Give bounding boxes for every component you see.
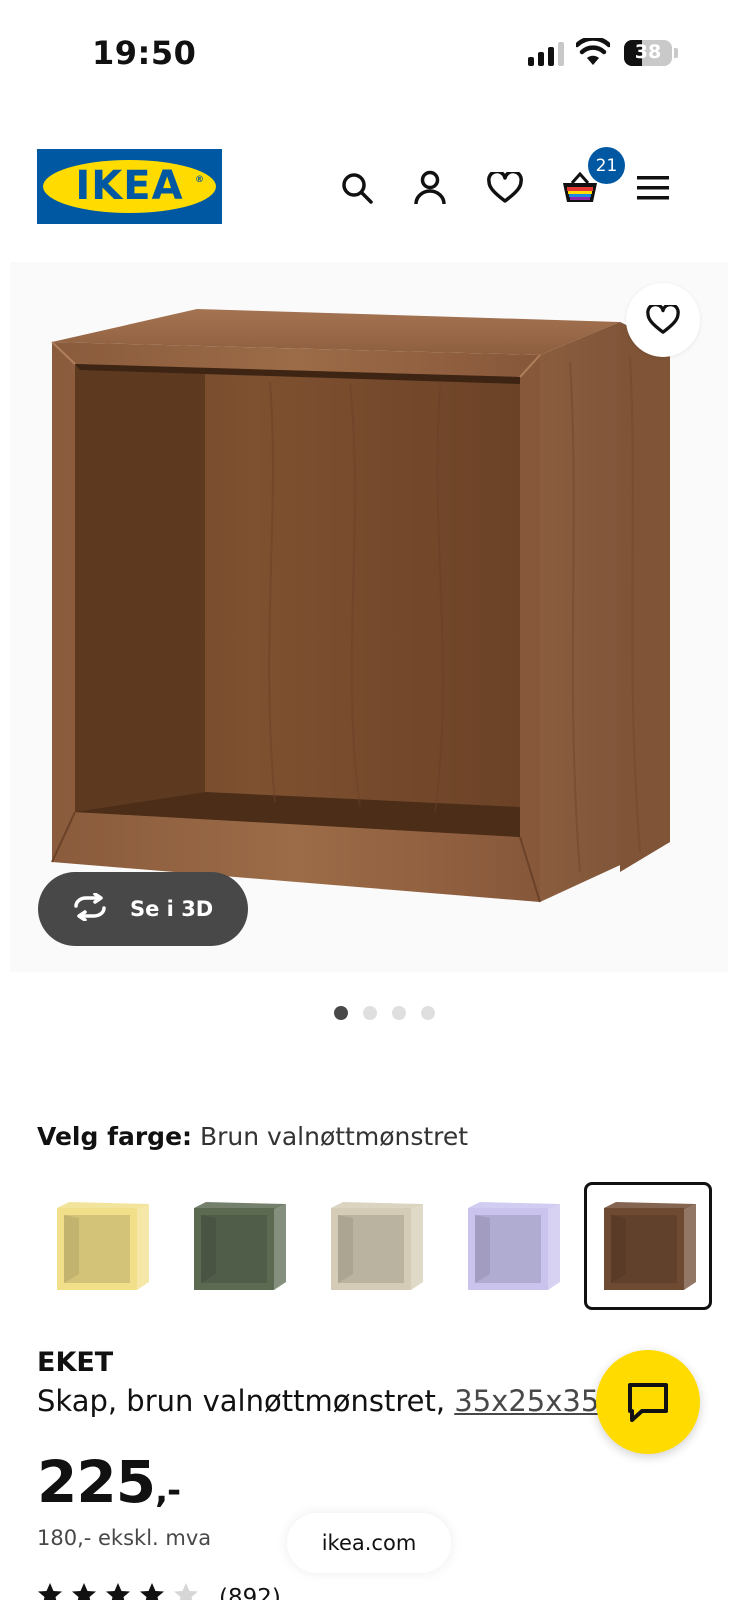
color-swatch[interactable] (584, 1182, 712, 1310)
cart-count-badge: 21 (588, 147, 625, 184)
logo-text: IKEA (75, 163, 184, 209)
rating-count: (892) (219, 1584, 281, 1600)
price-main: 225 (37, 1448, 156, 1516)
color-swatch[interactable] (448, 1182, 576, 1310)
heart-icon (646, 305, 680, 334)
star-icon (71, 1582, 97, 1600)
price-suffix: ,- (155, 1471, 181, 1511)
star-icon (173, 1582, 199, 1600)
product-description: Skap, brun valnøttmønstret, 35x25x35 cm (37, 1384, 653, 1418)
add-to-favourites-button[interactable] (626, 283, 700, 357)
product-image[interactable] (10, 262, 728, 972)
battery-icon: 38 (624, 40, 672, 66)
cellular-signal-icon (528, 42, 564, 66)
account-icon[interactable] (407, 165, 453, 211)
product-name: EKET (37, 1347, 114, 1378)
view-in-3d-label: Se i 3D (130, 897, 214, 921)
color-swatch[interactable] (311, 1182, 439, 1310)
product-rating[interactable]: (892) (37, 1582, 281, 1600)
battery-percent: 38 (634, 41, 662, 63)
rotate-3d-icon (70, 892, 110, 925)
carousel-dot[interactable] (391, 1006, 406, 1020)
star-icon (105, 1582, 131, 1600)
price-excl-vat: 180,- ekskl. mva (37, 1526, 212, 1550)
color-label-prefix: Velg farge: (37, 1122, 193, 1151)
product-price: 225,- (37, 1448, 181, 1516)
chat-button[interactable] (596, 1350, 700, 1454)
color-swatch[interactable] (37, 1182, 165, 1310)
site-header: IKEA ® 21 (0, 140, 738, 235)
search-icon[interactable] (334, 165, 380, 211)
carousel-dot[interactable] (362, 1006, 377, 1020)
star-icon (139, 1582, 165, 1600)
battery-tip (674, 48, 678, 58)
selected-color-value: Brun valnøttmønstret (199, 1122, 469, 1151)
heart-icon[interactable] (482, 165, 528, 211)
status-time: 19:50 (92, 34, 197, 72)
star-icon (37, 1582, 63, 1600)
chat-icon (628, 1383, 668, 1422)
menu-icon[interactable] (630, 165, 676, 211)
product-description-text: Skap, brun valnøttmønstret, (37, 1384, 455, 1418)
color-swatch[interactable] (174, 1182, 302, 1310)
color-selector-label: Velg farge: Brun valnøttmønstret (37, 1122, 468, 1151)
ikea-logo[interactable]: IKEA ® (37, 149, 222, 224)
carousel-dot[interactable] (420, 1006, 435, 1020)
status-bar: 19:50 38 (0, 0, 738, 110)
view-in-3d-button[interactable]: Se i 3D (38, 872, 248, 946)
wifi-icon (574, 36, 612, 70)
browser-url-bar[interactable]: ikea.com (287, 1513, 451, 1573)
carousel-dot[interactable] (333, 1006, 348, 1020)
image-carousel-dots (0, 1006, 738, 1020)
